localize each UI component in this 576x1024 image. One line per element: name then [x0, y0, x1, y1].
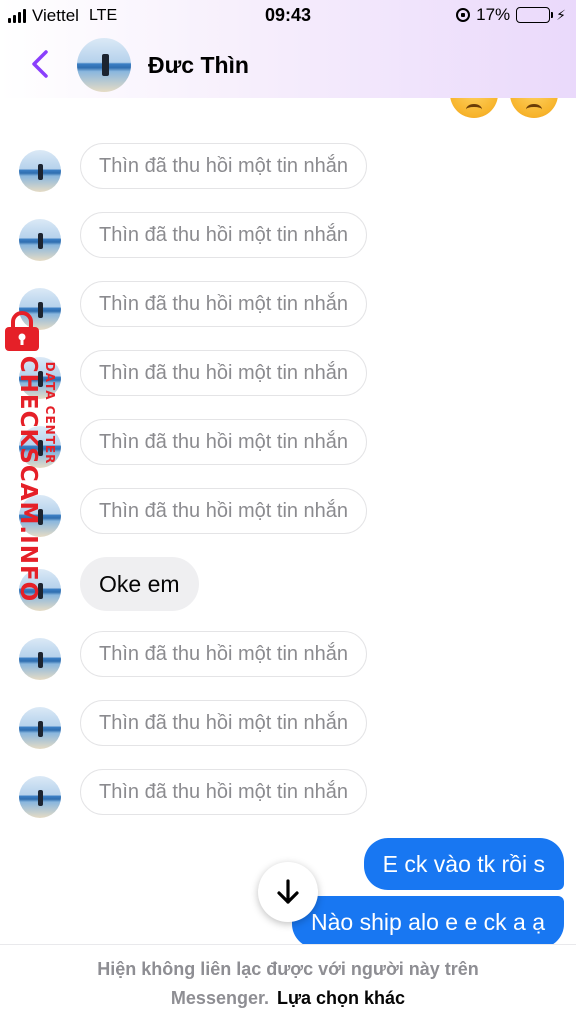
notice-text: Hiện không liên lạc được với người này t…: [97, 959, 479, 979]
chat-header: Đưc Thìn: [0, 32, 576, 98]
contact-avatar[interactable]: [77, 38, 131, 92]
sender-avatar: [19, 569, 61, 611]
back-button[interactable]: [24, 46, 60, 82]
status-bar: Viettel LTE 09:43 17% ⚡: [0, 0, 576, 32]
recalled-message[interactable]: Thìn đã thu hồi một tin nhắn: [80, 700, 368, 746]
status-right: 17% ⚡: [456, 5, 566, 25]
sender-avatar: [19, 638, 61, 680]
arrow-down-icon[interactable]: [275, 878, 301, 906]
sender-avatar: [19, 150, 61, 192]
recalled-message[interactable]: Thìn đã thu hồi một tin nhắn: [80, 419, 368, 465]
incoming-message[interactable]: Oke em: [80, 557, 199, 611]
recalled-message[interactable]: Thìn đã thu hồi một tin nhắn: [80, 769, 368, 815]
sender-avatar: [19, 426, 61, 468]
recalled-message[interactable]: Thìn đã thu hồi một tin nhắn: [80, 350, 368, 396]
outgoing-message[interactable]: E ck vào tk rồi s: [363, 838, 564, 890]
scroll-to-bottom-button[interactable]: [258, 862, 318, 922]
notice-line2: Messenger. Lựa chọn khác: [0, 988, 576, 1009]
sender-avatar: [19, 495, 61, 537]
recalled-message[interactable]: Thìn đã thu hồi một tin nhắn: [80, 281, 368, 327]
back-chevron-icon[interactable]: [24, 46, 60, 82]
other-options-link[interactable]: Lựa chọn khác: [277, 988, 405, 1008]
contact-name[interactable]: Đưc Thìn: [148, 52, 249, 79]
sender-avatar: [19, 357, 61, 399]
unavailable-notice: Hiện không liên lạc được với người này t…: [0, 944, 576, 1024]
orientation-lock-icon: [456, 8, 471, 22]
recalled-message[interactable]: Thìn đã thu hồi một tin nhắn: [80, 212, 368, 258]
sender-avatar: [19, 707, 61, 749]
sender-avatar: [19, 776, 61, 818]
outgoing-message[interactable]: Nào ship alo e e ck a ạ: [292, 896, 564, 948]
sender-avatar: [19, 288, 61, 330]
notice-text-messenger: Messenger.: [170, 988, 269, 1008]
charging-icon: ⚡: [556, 6, 566, 23]
sender-avatar: [19, 219, 61, 261]
recalled-message[interactable]: Thìn đã thu hồi một tin nhắn: [80, 143, 368, 189]
recalled-message[interactable]: Thìn đã thu hồi một tin nhắn: [80, 488, 368, 534]
battery-percent: 17%: [476, 5, 511, 24]
recalled-message[interactable]: Thìn đã thu hồi một tin nhắn: [80, 631, 368, 677]
battery-icon: [516, 7, 554, 23]
